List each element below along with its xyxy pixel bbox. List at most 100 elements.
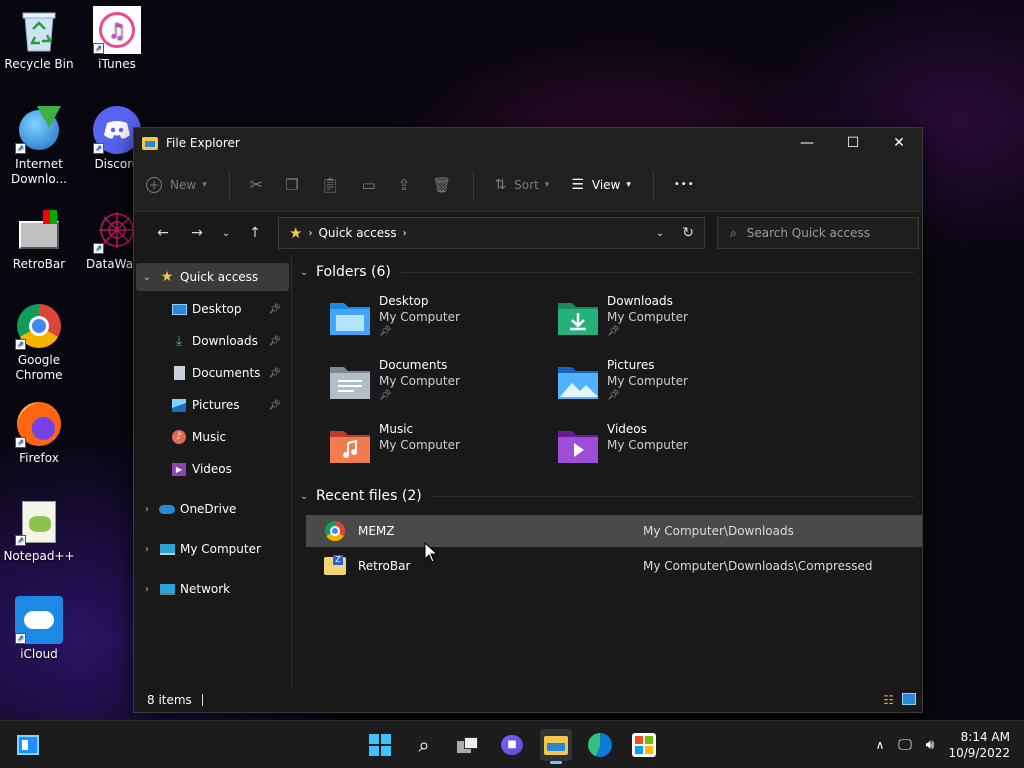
sidebar-item-my-computer[interactable]: › My Computer	[136, 535, 289, 563]
sidebar-item-pictures[interactable]: Pictures 📌︎	[136, 391, 289, 419]
task-view-button[interactable]	[452, 729, 484, 761]
search-input[interactable]	[746, 226, 907, 240]
divider	[473, 170, 475, 199]
folders-section-header[interactable]: ⌄ Folders (6)	[300, 257, 922, 287]
chevron-down-icon: ▾	[544, 179, 550, 190]
share-icon: ⇪	[397, 175, 411, 194]
search-icon: ⌕	[418, 733, 430, 757]
tiles-view-icon[interactable]	[902, 693, 916, 705]
pin-icon[interactable]: 📌︎	[268, 336, 281, 347]
sidebar-item-music[interactable]: ♪ Music	[136, 423, 289, 451]
monitor-icon	[158, 543, 176, 555]
address-dropdown-icon[interactable]: ⌄	[656, 228, 664, 239]
up-button[interactable]: ↑	[238, 225, 272, 241]
volume-icon[interactable]: 🔊︎	[918, 737, 942, 753]
title-bar[interactable]: File Explorer — ☐ ✕	[134, 128, 922, 158]
pin-icon[interactable]: 📌︎	[268, 304, 281, 315]
cloud-icon	[158, 504, 176, 514]
search-box[interactable]: ⌕	[717, 217, 919, 249]
retrobar-icon	[15, 206, 63, 254]
sidebar-item-onedrive[interactable]: › OneDrive	[136, 495, 289, 523]
taskbar-store[interactable]	[628, 729, 660, 761]
address-box[interactable]: ★ › Quick access › ⌄ ↻	[278, 217, 705, 249]
view-button[interactable]: ☰ View ▾	[571, 177, 631, 193]
chevron-up-icon[interactable]: ∧	[868, 738, 892, 752]
recent-locations-button[interactable]: ⌄	[214, 228, 238, 239]
delete-button[interactable]: 🗑︎	[432, 176, 451, 194]
chevron-right-icon[interactable]: ›	[136, 584, 158, 595]
desktop-icon-google-chrome[interactable]: ↗ Google Chrome	[0, 302, 78, 383]
sidebar-item-documents[interactable]: Documents 📌︎	[136, 359, 289, 387]
edge-icon	[588, 733, 612, 757]
folder-tile-documents[interactable]: Documents My Computer 📌︎	[328, 357, 556, 407]
recent-files-section-header[interactable]: ⌄ Recent files (2)	[300, 481, 922, 511]
refresh-icon[interactable]: ↻	[682, 225, 694, 241]
more-options-button[interactable]: •••	[674, 179, 695, 190]
recent-file-row[interactable]: MEMZ My Computer\Downloads	[306, 515, 922, 547]
pin-icon[interactable]: 📌︎	[268, 368, 281, 379]
clock-date: 10/9/2022	[948, 746, 1010, 760]
pin-icon: 📌︎	[379, 390, 392, 401]
rename-button[interactable]: ▭	[362, 176, 376, 194]
details-view-icon[interactable]: ☷	[883, 693, 894, 707]
desktop-icon-retrobar[interactable]: RetroBar	[0, 206, 78, 272]
copy-icon: ❐	[285, 175, 299, 194]
copy-button[interactable]: ❐	[285, 176, 298, 194]
widgets-button[interactable]	[12, 729, 44, 761]
share-button[interactable]: ⇪	[398, 176, 411, 194]
new-button[interactable]: + New ▾	[146, 176, 207, 193]
ellipsis-icon: •••	[673, 179, 695, 190]
trash-icon: 🗑︎	[432, 175, 452, 194]
chevron-right-icon[interactable]: ›	[136, 544, 158, 555]
desktop-icon-itunes[interactable]: ♫ ↗ iTunes	[78, 6, 156, 72]
search-icon: ⌕	[730, 225, 737, 240]
music-note-icon: ♪	[170, 430, 188, 444]
recent-file-row[interactable]: Z RetroBar My Computer\Downloads\Compres…	[306, 550, 922, 582]
chat-button[interactable]: ■	[496, 729, 528, 761]
recent-files-list: MEMZ My Computer\Downloads Z RetroBar My…	[306, 515, 922, 582]
chrome-icon	[324, 520, 346, 542]
breadcrumb-quick-access[interactable]: Quick access	[318, 226, 396, 240]
file-explorer-window: File Explorer — ☐ ✕ + New ▾ ✂ ❐ 📋︎ ▭ ⇪ 🗑…	[133, 127, 923, 713]
desktop-icon-notepad-plus-plus[interactable]: ↗ Notepad++	[0, 498, 78, 564]
minimize-button[interactable]: —	[784, 128, 830, 158]
folder-tile-music[interactable]: Music My Computer	[328, 421, 556, 471]
status-bar: 8 items ☷	[134, 688, 922, 712]
sort-button[interactable]: ⇅ Sort ▾	[494, 177, 549, 193]
sidebar-item-quick-access[interactable]: ⌄ ★ Quick access	[136, 263, 289, 291]
chevron-down-icon[interactable]: ⌄	[136, 272, 158, 283]
chevron-right-icon[interactable]: ›	[136, 504, 158, 515]
window-title: File Explorer	[166, 136, 240, 150]
desktop-icon-icloud[interactable]: ↗ iCloud	[0, 596, 78, 662]
folder-tile-videos[interactable]: Videos My Computer	[556, 421, 784, 471]
back-button[interactable]: ←	[146, 225, 180, 241]
network-icon[interactable]: 🖵︎	[892, 737, 918, 753]
icloud-icon: ↗	[15, 596, 63, 644]
taskbar-edge[interactable]	[584, 729, 616, 761]
taskbar-file-explorer[interactable]	[540, 729, 572, 764]
paste-button[interactable]: 📋︎	[321, 176, 340, 194]
clock[interactable]: 8:14 AM 10/9/2022	[948, 729, 1010, 761]
folder-tile-desktop[interactable]: Desktop My Computer 📌︎	[328, 293, 556, 343]
sidebar-item-network[interactable]: › Network	[136, 575, 289, 603]
start-button[interactable]	[364, 729, 396, 761]
desktop-icon	[170, 303, 188, 315]
sort-arrows-icon: ⇅	[494, 176, 507, 193]
folder-tile-downloads[interactable]: Downloads My Computer 📌︎	[556, 293, 784, 343]
close-button[interactable]: ✕	[876, 128, 922, 158]
pin-icon[interactable]: 📌︎	[268, 400, 281, 411]
maximize-button[interactable]: ☐	[830, 128, 876, 158]
forward-button[interactable]: →	[180, 225, 214, 241]
desktop-icon-internet-download-manager[interactable]: ↗ Internet Downlo...	[0, 106, 78, 187]
widgets-icon	[17, 735, 39, 755]
cut-button[interactable]: ✂	[250, 175, 263, 194]
desktop-icon-recycle-bin[interactable]: Recycle Bin	[0, 6, 78, 72]
search-button[interactable]: ⌕	[408, 729, 440, 761]
navigation-pane: ⌄ ★ Quick access Desktop 📌︎ ⤓ Downloads …	[134, 255, 292, 688]
desktop-icon-firefox[interactable]: ↗ Firefox	[0, 400, 78, 466]
explorer-body: ⌄ ★ Quick access Desktop 📌︎ ⤓ Downloads …	[134, 255, 922, 688]
folder-tile-pictures[interactable]: Pictures My Computer 📌︎	[556, 357, 784, 407]
sidebar-item-desktop[interactable]: Desktop 📌︎	[136, 295, 289, 323]
sidebar-item-downloads[interactable]: ⤓ Downloads 📌︎	[136, 327, 289, 355]
sidebar-item-videos[interactable]: ▶ Videos	[136, 455, 289, 483]
